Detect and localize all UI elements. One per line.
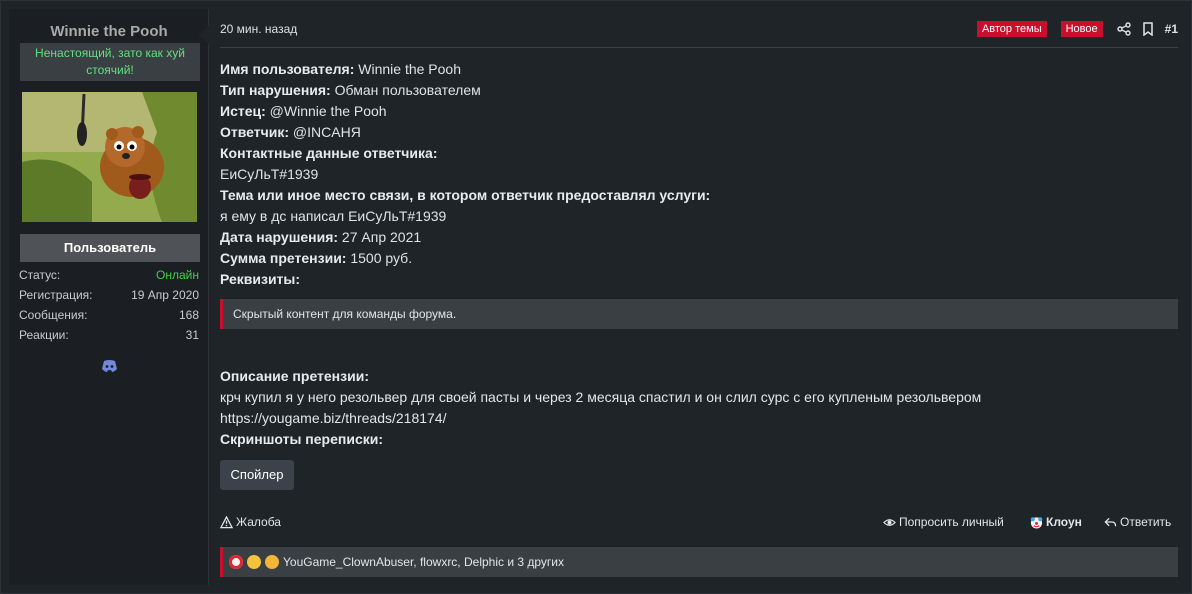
stat-registration: Регистрация: 19 Апр 2020	[19, 288, 199, 308]
reply-button[interactable]: Ответить	[1104, 515, 1171, 529]
field-value: крч купил я у него резольвер для своей п…	[220, 389, 982, 405]
body-line: Тип нарушения: Обман пользователем	[220, 80, 1178, 101]
clown-reaction-button[interactable]: Клоун	[1030, 515, 1082, 529]
user-role-badge: Пользователь	[20, 234, 200, 262]
field-value: Обман пользователем	[330, 82, 481, 98]
share-icon[interactable]	[1116, 22, 1131, 36]
reactions-text[interactable]: YouGame_ClownAbuser, flowxrc, Delphic и …	[283, 547, 564, 577]
body-line: Истец: @Winnie the Pooh	[220, 101, 1178, 122]
claim-description: Описание претензии: крч купил я у него р…	[220, 366, 1178, 450]
field-label: Контактные данные ответчика:	[220, 145, 438, 161]
reactions-bar[interactable]: YouGame_ClownAbuser, flowxrc, Delphic и …	[220, 547, 1178, 577]
body-line: Сумма претензии: 1500 руб.	[220, 248, 1178, 269]
thread-link[interactable]: https://yougame.biz/threads/218174/	[220, 410, 446, 426]
body-line: Дата нарушения: 27 Апр 2021	[220, 227, 1178, 248]
clown-label: Клоун	[1046, 515, 1082, 529]
body-line: https://yougame.biz/threads/218174/	[220, 408, 1178, 429]
bookmark-icon[interactable]	[1141, 22, 1155, 37]
discord-icon[interactable]	[101, 359, 118, 373]
username[interactable]: Winnie the Pooh	[9, 23, 209, 40]
body-line: Описание претензии:	[220, 366, 1178, 387]
clown-icon	[1030, 516, 1043, 529]
user-stats: Статус: Онлайн Регистрация: 19 Апр 2020 …	[19, 268, 199, 348]
author-badge: Автор темы	[976, 21, 1047, 37]
field-value: ЕиСуЛьТ#1939	[220, 166, 319, 182]
field-label: Сумма претензии:	[220, 250, 347, 266]
post-number[interactable]: #1	[1165, 22, 1178, 36]
field-value: 1500 руб.	[346, 250, 413, 266]
body-line: Ответчик: @INCAНЯ	[220, 122, 1178, 143]
message-arrow	[198, 25, 210, 45]
eye-icon	[883, 518, 896, 526]
warning-icon	[220, 515, 233, 528]
message-header: 20 мин. назад Автор темы Новое #1	[220, 9, 1178, 48]
field-label: Истец:	[220, 103, 266, 119]
ask-private-button[interactable]: Попросить личный	[883, 515, 1004, 529]
body-line: я ему в дс написал ЕиСуЛьТ#1939	[220, 206, 1178, 227]
post: Winnie the Pooh Ненастоящий, зато как ху…	[0, 0, 1192, 594]
laughing-reaction-icon	[247, 555, 261, 569]
report-label: Жалоба	[236, 515, 281, 529]
body-line: Тема или иное место связи, в котором отв…	[220, 185, 1178, 206]
stat-status: Статус: Онлайн	[19, 268, 199, 288]
body-line: Контактные данные ответчика:	[220, 143, 1178, 164]
body-line: ЕиСуЛьТ#1939	[220, 164, 1178, 185]
stat-label: Регистрация:	[19, 288, 93, 302]
body-line: крч купил я у него резольвер для своей п…	[220, 387, 1178, 408]
field-label: Имя пользователя:	[220, 61, 355, 77]
header-badges: Автор темы Новое #1	[976, 20, 1178, 38]
stat-label: Сообщения:	[19, 308, 88, 322]
stat-reactions: Реакции: 31	[19, 328, 199, 348]
stat-messages: Сообщения: 168	[19, 308, 199, 328]
reply-label: Ответить	[1120, 515, 1172, 529]
body-line: Имя пользователя: Winnie the Pooh	[220, 59, 1178, 80]
field-value[interactable]: @INCAНЯ	[289, 124, 361, 140]
field-label: Тема или иное место связи, в котором отв…	[220, 187, 711, 203]
field-value: Winnie the Pooh	[354, 61, 461, 77]
stat-value[interactable]: 168	[179, 308, 199, 328]
ask-private-label: Попросить личный	[899, 515, 1004, 529]
user-sidebar: Winnie the Pooh Ненастоящий, зато как ху…	[9, 9, 209, 585]
spoiler-button[interactable]: Спойлер	[220, 460, 294, 490]
stat-value: 19 Апр 2020	[131, 288, 199, 302]
post-time[interactable]: 20 мин. назад	[220, 22, 297, 36]
field-label: Тип нарушения:	[220, 82, 331, 98]
hidden-content-box: Скрытый контент для команды форума.	[220, 299, 1178, 329]
stat-label: Статус:	[19, 268, 61, 282]
user-title: Ненастоящий, зато как хуй стоячий!	[20, 43, 200, 81]
stat-value: Онлайн	[156, 268, 199, 282]
field-label: Реквизиты:	[220, 271, 301, 287]
clown-reaction-icon	[229, 555, 243, 569]
field-label: Скриншоты переписки:	[220, 431, 384, 447]
field-value[interactable]: @Winnie the Pooh	[266, 103, 387, 119]
stat-label: Реакции:	[19, 328, 69, 342]
field-label: Дата нарушения:	[220, 229, 339, 245]
message-body: Имя пользователя: Winnie the Pooh Тип на…	[220, 59, 1178, 290]
message-content: 20 мин. назад Автор темы Новое #1 Имя по…	[220, 9, 1178, 585]
stat-value: 31	[185, 328, 199, 342]
report-button[interactable]: Жалоба	[220, 515, 281, 529]
message-actions: Жалоба Попросить личный Клоун Ответить	[220, 515, 1178, 535]
reply-icon	[1104, 517, 1117, 526]
avatar[interactable]	[22, 92, 197, 222]
field-label: Описание претензии:	[220, 368, 369, 384]
body-line: Реквизиты:	[220, 269, 1178, 290]
field-value: я ему в дс написал ЕиСуЛьТ#1939	[220, 208, 447, 224]
sweat-smile-reaction-icon	[265, 555, 279, 569]
field-label: Ответчик:	[220, 124, 290, 140]
field-value: 27 Апр 2021	[338, 229, 422, 245]
new-badge: Новое	[1060, 21, 1103, 37]
body-line: Скриншоты переписки:	[220, 429, 1178, 450]
